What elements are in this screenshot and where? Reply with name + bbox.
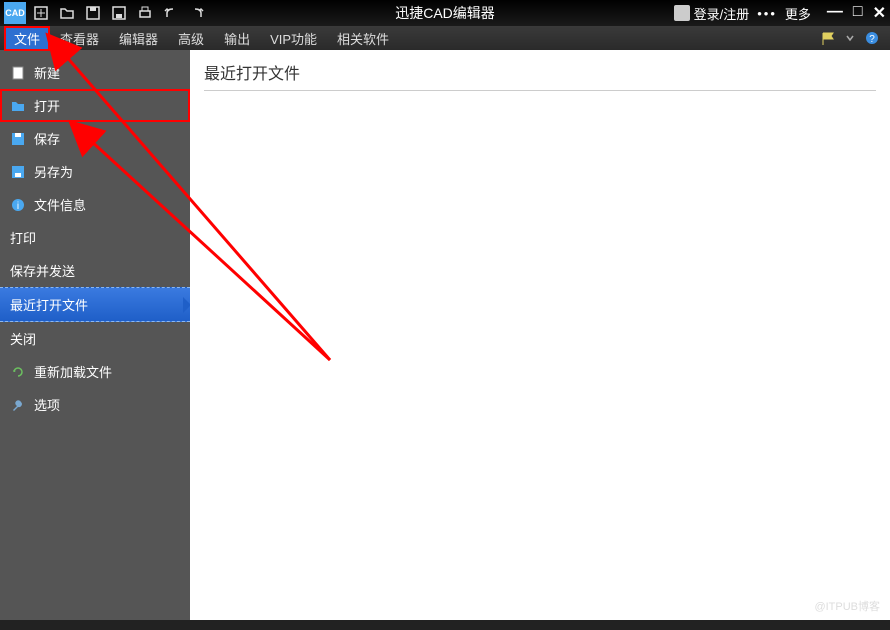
menu-related[interactable]: 相关软件 [327,26,399,51]
file-menu-save[interactable]: 保存 [0,122,190,155]
file-menu-open[interactable]: 打开 [0,89,190,122]
saveas-icon[interactable] [110,4,128,22]
statusbar [0,620,890,630]
settings-chevron-icon[interactable] [842,30,858,46]
fm-label: 打开 [34,96,60,115]
file-menu-saveas[interactable]: 另存为 [0,155,190,188]
login-button[interactable]: 登录/注册 [674,4,750,23]
divider [204,90,876,91]
close-button[interactable]: ✕ [873,3,886,23]
titlebar: CAD 迅捷CAD编辑器 登录/注册 ••• 更多 — □ ✕ [0,0,890,26]
file-menu-options[interactable]: 选项 [0,388,190,421]
redo-icon[interactable] [188,4,206,22]
file-menu-info[interactable]: i 文件信息 [0,188,190,221]
file-menu-new[interactable]: 新建 [0,56,190,89]
fm-label: 新建 [34,63,60,82]
menu-output[interactable]: 输出 [214,26,260,51]
svg-text:?: ? [869,34,875,45]
watermark: @ITPUB博客 [814,598,880,614]
save-icon[interactable] [84,4,102,22]
content-panel: 最近打开文件 @ITPUB博客 [190,50,890,620]
fm-label: 另存为 [34,162,73,181]
login-label: 登录/注册 [694,4,750,23]
open-icon[interactable] [58,4,76,22]
menubar: 文件 查看器 编辑器 高级 输出 VIP功能 相关软件 ? [0,26,890,50]
menu-viewer[interactable]: 查看器 [50,26,109,51]
save-disk-icon [10,131,26,147]
fm-label: 重新加载文件 [34,362,112,381]
fm-label: 保存 [34,129,60,148]
fm-label: 选项 [34,395,60,414]
new-icon[interactable] [32,4,50,22]
new-file-icon [10,65,26,81]
maximize-button[interactable]: □ [853,3,863,23]
menu-editor[interactable]: 编辑器 [109,26,168,51]
app-title: 迅捷CAD编辑器 [395,3,495,23]
wrench-icon [10,397,26,413]
minimize-button[interactable]: — [827,3,843,23]
fm-label: 保存并发送 [10,261,75,280]
menu-vip[interactable]: VIP功能 [260,26,327,51]
menu-file[interactable]: 文件 [4,26,50,51]
fm-label: 最近打开文件 [10,295,88,314]
info-icon: i [10,197,26,213]
open-folder-icon [10,98,26,114]
app-icon: CAD [4,2,26,24]
fm-label: 关闭 [10,329,36,348]
reload-icon [10,364,26,380]
fm-label: 文件信息 [34,195,86,214]
svg-text:i: i [17,201,19,212]
print-icon[interactable] [136,4,154,22]
undo-icon[interactable] [162,4,180,22]
help-icon[interactable]: ? [864,30,880,46]
saveas-disk-icon [10,164,26,180]
file-menu-reload[interactable]: 重新加载文件 [0,355,190,388]
file-menu-print[interactable]: 打印 [0,221,190,254]
file-menu-panel: 新建 打开 保存 另存为 i 文件信息 打印 保存并发送 最近打开文件 [0,50,190,620]
file-menu-close[interactable]: 关闭 [0,322,190,355]
fm-label: 打印 [10,228,36,247]
user-icon [674,5,690,21]
file-menu-save-send[interactable]: 保存并发送 [0,254,190,287]
content-title: 最近打开文件 [204,60,876,84]
more-dots-icon[interactable]: ••• [757,6,777,21]
menu-advanced[interactable]: 高级 [168,26,214,51]
flag-icon[interactable] [820,30,836,46]
file-menu-recent[interactable]: 最近打开文件 [0,287,190,322]
more-label[interactable]: 更多 [785,4,811,23]
quick-access-toolbar [32,4,206,22]
